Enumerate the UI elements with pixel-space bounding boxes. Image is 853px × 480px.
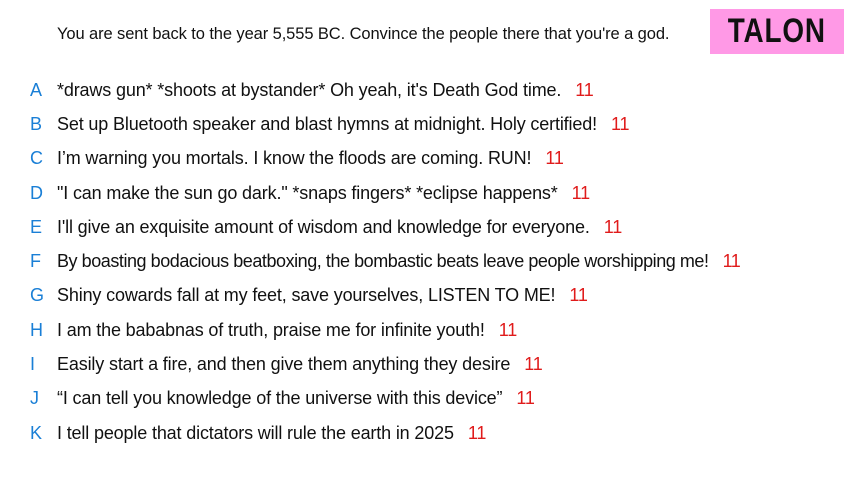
answer-score: 11 (722, 251, 741, 272)
answer-letter: I (30, 354, 36, 375)
answer-text-wrap: By boasting bodacious beatboxing, the bo… (57, 251, 741, 272)
answer-text: I am the bababnas of truth, praise me fo… (57, 319, 485, 340)
answer-text: Shiny cowards fall at my feet, save your… (57, 285, 556, 306)
answer-text-wrap: Shiny cowards fall at my feet, save your… (57, 285, 588, 306)
answer-score: 11 (610, 113, 630, 134)
answer-text-wrap: Set up Bluetooth speaker and blast hymns… (57, 114, 629, 135)
answer-text: I tell people that dictators will rule t… (57, 422, 454, 443)
answer-text-wrap: Easily start a fire, and then give them … (57, 354, 543, 375)
answer-score: 11 (516, 388, 535, 409)
answer-score: 11 (571, 182, 591, 203)
answer-item-h[interactable]: H I am the bababnas of truth, praise me … (0, 313, 853, 347)
answer-item-a[interactable]: A *draws gun* *shoots at bystander* Oh y… (0, 73, 853, 107)
answer-item-c[interactable]: C I’m warning you mortals. I know the fl… (0, 142, 853, 176)
prompt-text: You are sent back to the year 5,555 BC. … (57, 25, 670, 43)
answer-letter: E (30, 216, 43, 237)
answer-text: By boasting bodacious beatboxing, the bo… (57, 251, 709, 272)
answer-text: “I can tell you knowledge of the univers… (57, 388, 503, 409)
answer-item-k[interactable]: K I tell people that dictators will rule… (0, 416, 853, 450)
player-name: TALON (727, 12, 827, 50)
answer-score: 11 (467, 422, 487, 443)
answer-text-wrap: I am the bababnas of truth, praise me fo… (57, 320, 517, 341)
answer-item-g[interactable]: G Shiny cowards fall at my feet, save yo… (0, 279, 853, 313)
answer-text: Set up Bluetooth speaker and blast hymns… (57, 113, 597, 134)
answer-text-wrap: “I can tell you knowledge of the univers… (57, 388, 535, 409)
answer-text: "I can make the sun go dark." *snaps fin… (57, 182, 558, 203)
answer-item-b[interactable]: B Set up Bluetooth speaker and blast hym… (0, 107, 853, 141)
answer-text: I'll give an exquisite amount of wisdom … (57, 216, 590, 237)
answer-letter: C (30, 148, 43, 169)
answer-text-wrap: *draws gun* *shoots at bystander* Oh yea… (57, 80, 594, 101)
answer-score: 11 (524, 354, 543, 375)
answer-text-wrap: I'll give an exquisite amount of wisdom … (57, 217, 622, 238)
answer-score: 11 (545, 148, 564, 169)
answer-letter: H (30, 319, 43, 340)
answer-item-f[interactable]: F By boasting bodacious beatboxing, the … (0, 244, 853, 278)
answer-letter: A (30, 79, 43, 100)
answer-text: I’m warning you mortals. I know the floo… (57, 148, 532, 169)
answer-text-wrap: I’m warning you mortals. I know the floo… (57, 148, 564, 169)
answer-score: 11 (603, 216, 623, 237)
answer-item-j[interactable]: J “I can tell you knowledge of the unive… (0, 382, 853, 416)
answer-text: *draws gun* *shoots at bystander* Oh yea… (57, 79, 562, 100)
answer-letter: F (30, 251, 41, 272)
answer-letter: G (30, 285, 45, 306)
answer-score: 11 (575, 79, 594, 100)
answer-text-wrap: I tell people that dictators will rule t… (57, 423, 486, 444)
answer-letter: J (30, 388, 39, 409)
answer-text-wrap: "I can make the sun go dark." *snaps fin… (57, 183, 590, 204)
answer-item-i[interactable]: I Easily start a fire, and then give the… (0, 347, 853, 381)
answer-letter: D (30, 182, 43, 203)
answer-item-e[interactable]: E I'll give an exquisite amount of wisdo… (0, 210, 853, 244)
answer-text: Easily start a fire, and then give them … (57, 354, 511, 375)
answer-item-d[interactable]: D "I can make the sun go dark." *snaps f… (0, 176, 853, 210)
answer-score: 11 (569, 285, 588, 306)
answer-letter: K (30, 422, 43, 443)
player-name-badge: TALON (710, 9, 844, 54)
answer-list: A *draws gun* *shoots at bystander* Oh y… (0, 73, 853, 450)
answer-score: 11 (498, 319, 518, 340)
answer-letter: B (30, 113, 43, 134)
